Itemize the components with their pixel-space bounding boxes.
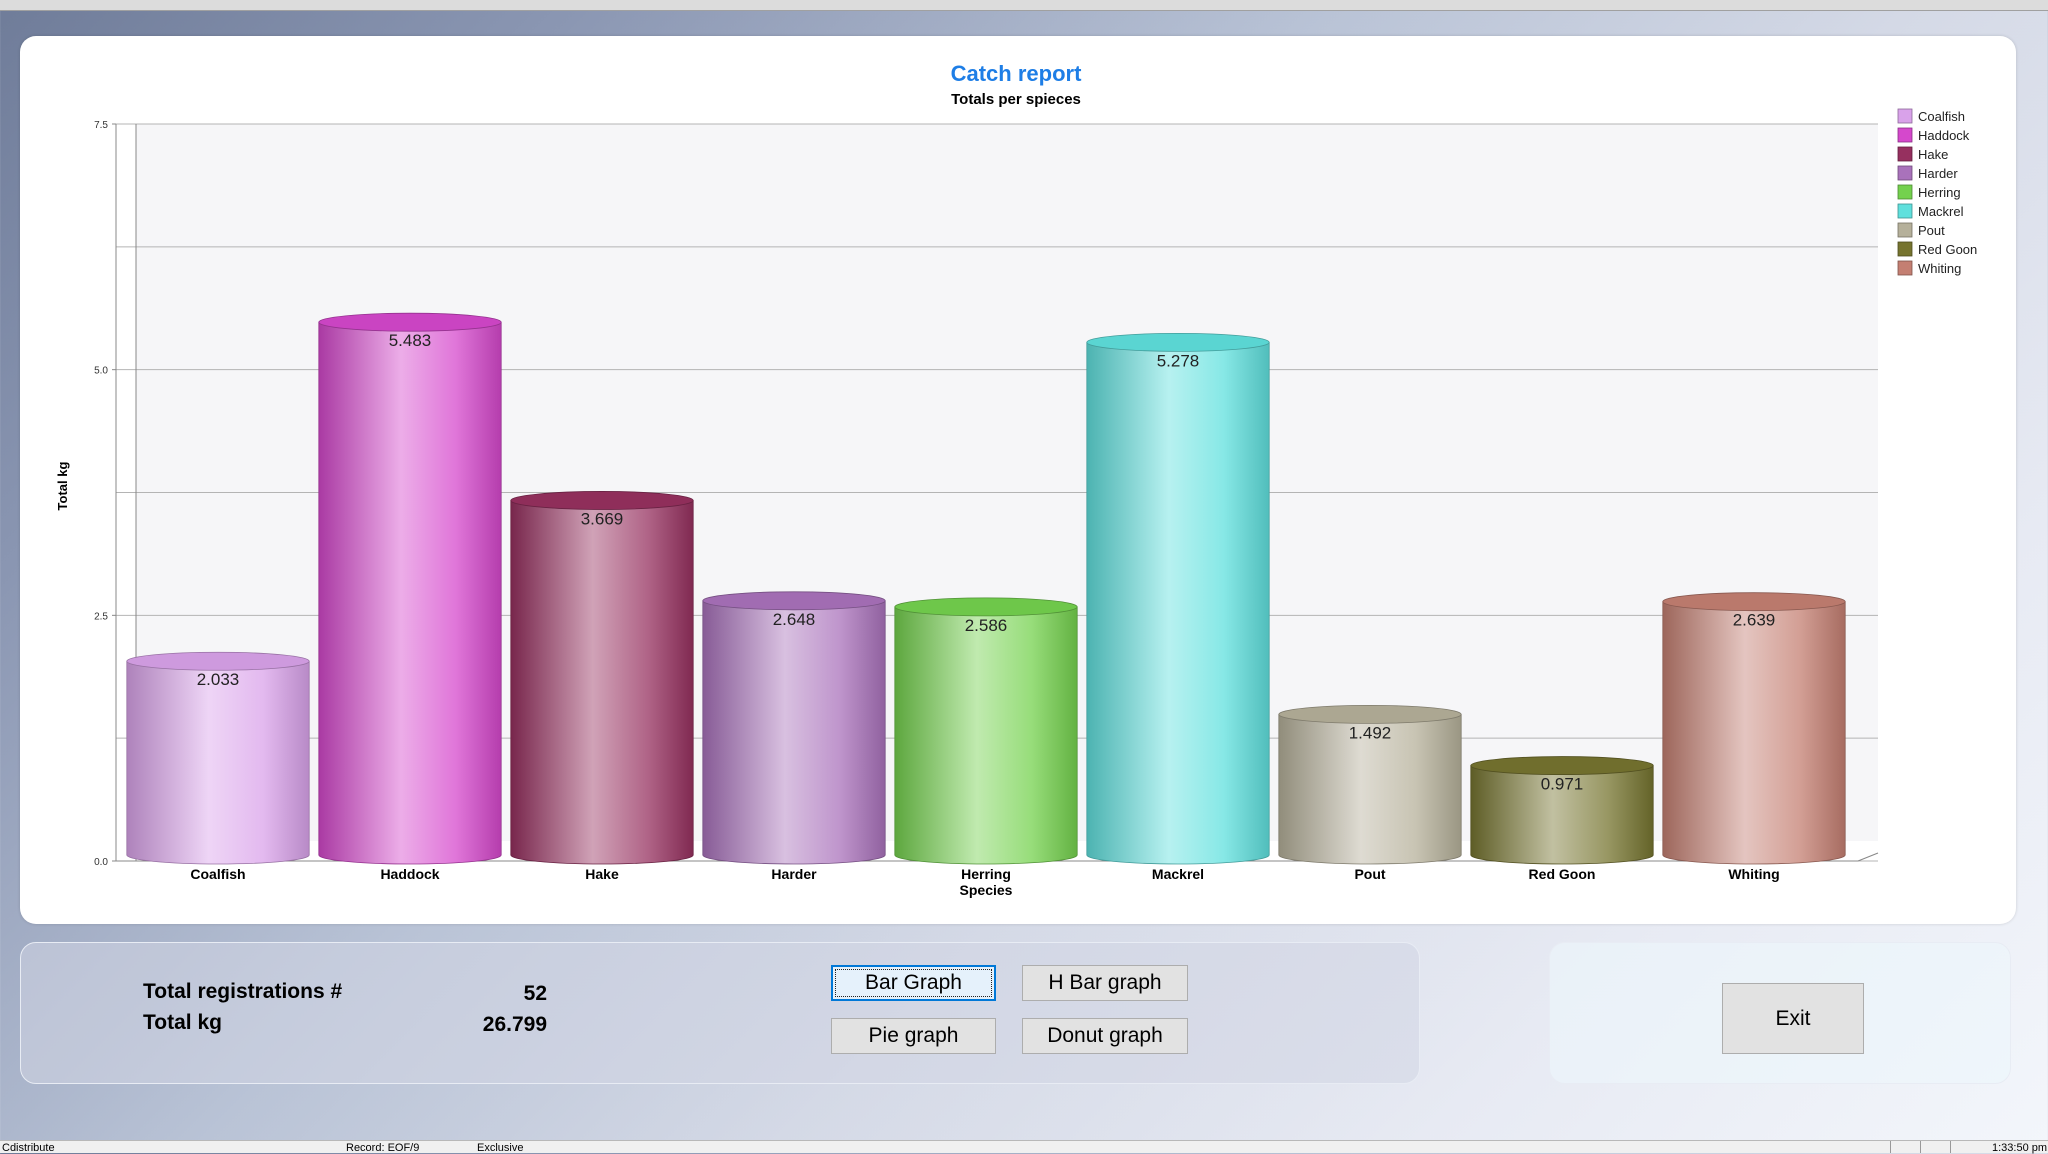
- status-record: Record: EOF/9: [346, 1142, 420, 1154]
- legend-entry: Red Goon: [1918, 242, 1977, 257]
- x-tick-label: Whiting: [1728, 866, 1779, 882]
- chart-subtitle: Totals per spieces: [951, 91, 1081, 108]
- legend-entry: Mackrel: [1918, 204, 1964, 219]
- legend-swatch: [1897, 260, 1913, 276]
- x-tick-label: Harder: [771, 866, 817, 882]
- total-kg-label: Total kg: [143, 1011, 222, 1034]
- legend-swatch: [1897, 222, 1913, 238]
- total-registrations-value: 52: [523, 982, 547, 1005]
- status-bar: Cdistribute Record: EOF/9 Exclusive 1:33…: [0, 1140, 2048, 1154]
- status-left-text: Cdistribute: [2, 1142, 55, 1154]
- bar-value-label: 1.492: [1349, 723, 1392, 742]
- status-panel-1: [1890, 1141, 1921, 1153]
- x-tick-label: Hake: [585, 866, 619, 882]
- x-axis-depth: [1857, 852, 1879, 862]
- y-tick-label: 2.5: [94, 611, 108, 622]
- chart-card: 0.0 2.5 5.0 7.5 2.033 Coalfish 5.483 Haddock 3.…: [20, 36, 2016, 924]
- stats-panel: [20, 942, 1420, 1084]
- status-panel-3: [1950, 1141, 1989, 1153]
- legend-swatch: [1897, 184, 1913, 200]
- bar-value-label: 5.483: [389, 331, 432, 350]
- legend-entry: Haddock: [1918, 128, 1970, 143]
- bar-top-cap: [1662, 592, 1846, 612]
- bar-value-label: 2.586: [965, 616, 1008, 635]
- x-tick-label: Red Goon: [1529, 866, 1596, 882]
- x-tick-label: Herring: [961, 866, 1011, 882]
- legend-entry: Pout: [1918, 223, 1945, 238]
- window-top-strip: [0, 0, 2048, 11]
- total-kg-value: 26.799: [482, 1013, 547, 1036]
- bar-top-cap: [318, 312, 502, 332]
- legend-entry: Hake: [1918, 147, 1948, 162]
- bar-value-label: 5.278: [1157, 351, 1200, 370]
- bar-value-label: 2.648: [773, 610, 816, 629]
- bar-top-cap: [510, 491, 694, 510]
- x-axis-label: Species: [960, 882, 1013, 898]
- y-axis-label: Total kg: [55, 462, 70, 511]
- bar-top-cap: [126, 651, 310, 671]
- bar-value-label: 3.669: [581, 509, 624, 528]
- bar-top-cap: [1278, 704, 1462, 724]
- bar-harder: [702, 600, 886, 865]
- y-tick-label: 0.0: [94, 857, 108, 868]
- bar-whiting: [1662, 601, 1846, 865]
- y-tick-label: 7.5: [94, 120, 108, 131]
- bar-mackrel: [1086, 341, 1270, 865]
- hbar-graph-button[interactable]: H Bar graph: [1022, 965, 1188, 1001]
- legend-swatch: [1897, 241, 1913, 257]
- status-panel-2: [1920, 1141, 1951, 1153]
- x-tick-label: Pout: [1354, 866, 1385, 882]
- x-tick-label: Haddock: [380, 866, 439, 882]
- legend-swatch: [1897, 203, 1913, 219]
- total-registrations-label: Total registrations #: [143, 980, 343, 1003]
- bar-top-cap: [1086, 332, 1270, 352]
- bar-top-cap: [1470, 756, 1654, 775]
- bar-haddock: [318, 321, 502, 865]
- catch-bar-chart: 0.0 2.5 5.0 7.5 2.033 Coalfish 5.483 Haddock 3.…: [55, 61, 1977, 898]
- bar-top-cap: [702, 591, 886, 611]
- status-mode: Exclusive: [477, 1142, 524, 1154]
- bar-top-cap: [894, 597, 1078, 617]
- bar-herring: [894, 606, 1078, 865]
- legend-entry: Whiting: [1918, 261, 1961, 276]
- x-tick-label: Coalfish: [190, 866, 245, 882]
- legend-swatch: [1897, 127, 1913, 143]
- bar-coalfish: [126, 660, 310, 865]
- status-time: 1:33:50 pm: [1992, 1142, 2048, 1154]
- legend-entry: Coalfish: [1918, 109, 1965, 124]
- bar-value-label: 2.033: [197, 670, 240, 689]
- y-tick-label: 5.0: [94, 366, 108, 377]
- pie-graph-button[interactable]: Pie graph: [831, 1018, 996, 1054]
- legend-swatch: [1897, 108, 1913, 124]
- exit-button[interactable]: Exit: [1722, 983, 1864, 1054]
- chart-title: Catch report: [951, 61, 1082, 86]
- bar-value-label: 2.639: [1733, 611, 1776, 630]
- bar-graph-button[interactable]: Bar Graph: [831, 965, 996, 1001]
- x-tick-label: Mackrel: [1152, 866, 1204, 882]
- legend-swatch: [1897, 146, 1913, 162]
- donut-graph-button[interactable]: Donut graph: [1022, 1018, 1188, 1054]
- bar-hake: [510, 500, 694, 865]
- legend-swatch: [1897, 165, 1913, 181]
- legend-entry: Herring: [1918, 185, 1961, 200]
- bar-value-label: 0.971: [1541, 775, 1584, 794]
- legend-entry: Harder: [1918, 166, 1958, 181]
